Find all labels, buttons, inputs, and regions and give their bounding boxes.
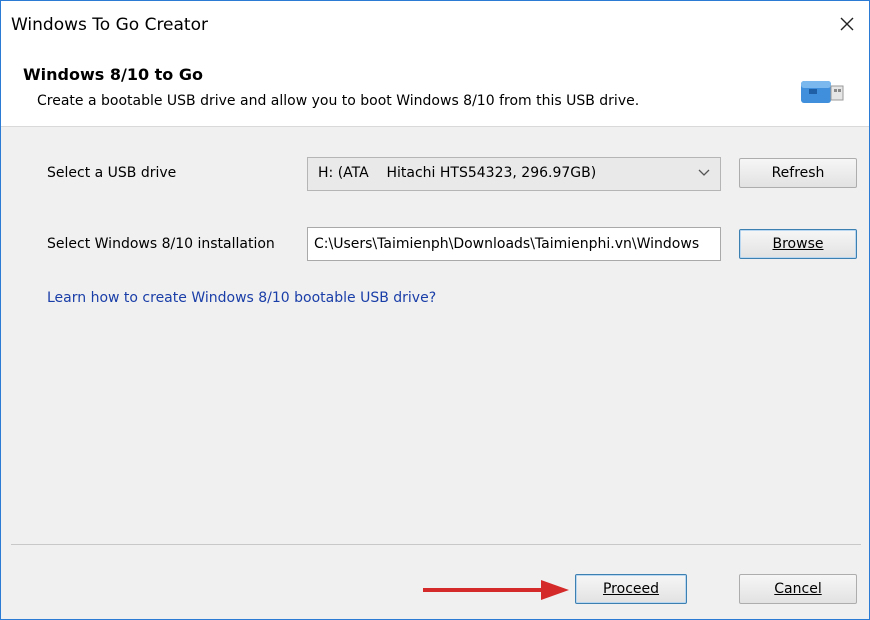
usb-drive-label: Select a USB drive <box>47 165 177 181</box>
close-button[interactable] <box>829 9 865 39</box>
learn-more-link[interactable]: Learn how to create Windows 8/10 bootabl… <box>47 290 436 306</box>
title-bar: Windows To Go Creator <box>1 1 869 47</box>
window-title: Windows To Go Creator <box>11 15 208 35</box>
cancel-button[interactable]: Cancel <box>739 574 857 604</box>
header-subtitle: Create a bootable USB drive and allow yo… <box>37 93 640 109</box>
arrow-right-icon <box>423 580 569 600</box>
usb-drive-icon <box>801 81 844 103</box>
footer-divider <box>11 544 861 545</box>
browse-button[interactable]: Browse <box>739 229 857 259</box>
install-source-label: Select Windows 8/10 installation <box>47 236 275 252</box>
close-icon <box>840 17 854 31</box>
usb-drive-selected-value: H: (ATA Hitachi HTS54323, 296.97GB) <box>318 165 597 181</box>
install-path-input[interactable] <box>307 227 721 261</box>
header-panel: Windows 8/10 to Go Create a bootable USB… <box>1 47 869 127</box>
usb-drive-select[interactable]: H: (ATA Hitachi HTS54323, 296.97GB) <box>307 157 721 191</box>
header-title: Windows 8/10 to Go <box>23 65 203 84</box>
refresh-button[interactable]: Refresh <box>739 158 857 188</box>
proceed-button[interactable]: Proceed <box>575 574 687 604</box>
chevron-down-icon <box>698 169 710 176</box>
dialog-window: Windows To Go Creator Windows 8/10 to Go… <box>0 0 870 620</box>
